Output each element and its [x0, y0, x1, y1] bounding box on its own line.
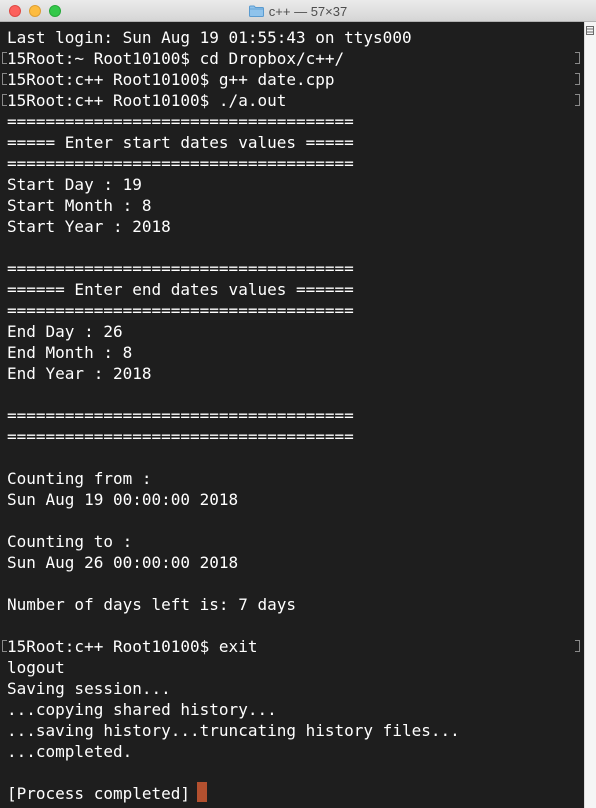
terminal-line: ...copying shared history... — [7, 700, 277, 719]
window-title: c++ — 57×37 — [268, 3, 348, 19]
folder-icon — [248, 5, 264, 17]
terminal-line: Start Month : 8 — [7, 196, 152, 215]
terminal-window: c++ — 57×37 Last login: Sun Aug 19 01:55… — [0, 0, 596, 808]
terminal-line: ...completed. — [7, 742, 133, 761]
terminal-line: Number of days left is: 7 days — [7, 595, 296, 614]
terminal-line: End Day : 26 — [7, 322, 123, 341]
terminal-line: 15Root:~ Root10100$ cd Dropbox/c++/ — [7, 49, 345, 68]
terminal-line: ==================================== — [7, 427, 354, 446]
terminal-output[interactable]: Last login: Sun Aug 19 01:55:43 on ttys0… — [0, 22, 584, 808]
terminal-line: Counting from : — [7, 469, 152, 488]
terminal-line: 15Root:c++ Root10100$ g++ date.cpp — [7, 70, 335, 89]
title-bar[interactable]: c++ — 57×37 — [0, 0, 596, 22]
terminal-line: Sun Aug 19 00:00:00 2018 — [7, 490, 239, 509]
terminal-line: ==================================== — [7, 406, 354, 425]
scrollbar[interactable] — [584, 22, 596, 808]
window-title-group: c++ — 57×37 — [0, 0, 596, 22]
terminal-line: ==================================== — [7, 301, 354, 320]
terminal-line: ...saving history...truncating history f… — [7, 721, 460, 740]
terminal-line: Saving session... — [7, 679, 171, 698]
terminal-line: Counting to : — [7, 532, 133, 551]
split-pane-icon[interactable] — [586, 26, 594, 35]
prompt-mark-left[interactable] — [2, 94, 7, 106]
terminal-line: Start Day : 19 — [7, 175, 142, 194]
prompt-mark-right[interactable] — [575, 52, 580, 64]
terminal-line: 15Root:c++ Root10100$ exit — [7, 637, 258, 656]
terminal-line: 15Root:c++ Root10100$ ./a.out — [7, 91, 287, 110]
terminal-line: ==================================== — [7, 154, 354, 173]
terminal-line: Last login: Sun Aug 19 01:55:43 on ttys0… — [7, 28, 412, 47]
prompt-mark-left[interactable] — [2, 52, 7, 64]
prompt-mark-right[interactable] — [575, 73, 580, 85]
terminal-line: [Process completed] — [7, 784, 191, 803]
terminal-line: logout — [7, 658, 65, 677]
text-cursor — [197, 782, 207, 802]
terminal-line: ===== Enter start dates values ===== — [7, 133, 354, 152]
terminal-line: ====== Enter end dates values ====== — [7, 280, 354, 299]
terminal-line: ==================================== — [7, 259, 354, 278]
prompt-mark-left[interactable] — [2, 73, 7, 85]
terminal-line: ==================================== — [7, 112, 354, 131]
terminal-line: End Month : 8 — [7, 343, 133, 362]
prompt-mark-right[interactable] — [575, 640, 580, 652]
prompt-mark-left[interactable] — [2, 640, 7, 652]
prompt-mark-right[interactable] — [575, 94, 580, 106]
terminal-line: Sun Aug 26 00:00:00 2018 — [7, 553, 239, 572]
terminal-line: End Year : 2018 — [7, 364, 152, 383]
terminal-line: Start Year : 2018 — [7, 217, 171, 236]
